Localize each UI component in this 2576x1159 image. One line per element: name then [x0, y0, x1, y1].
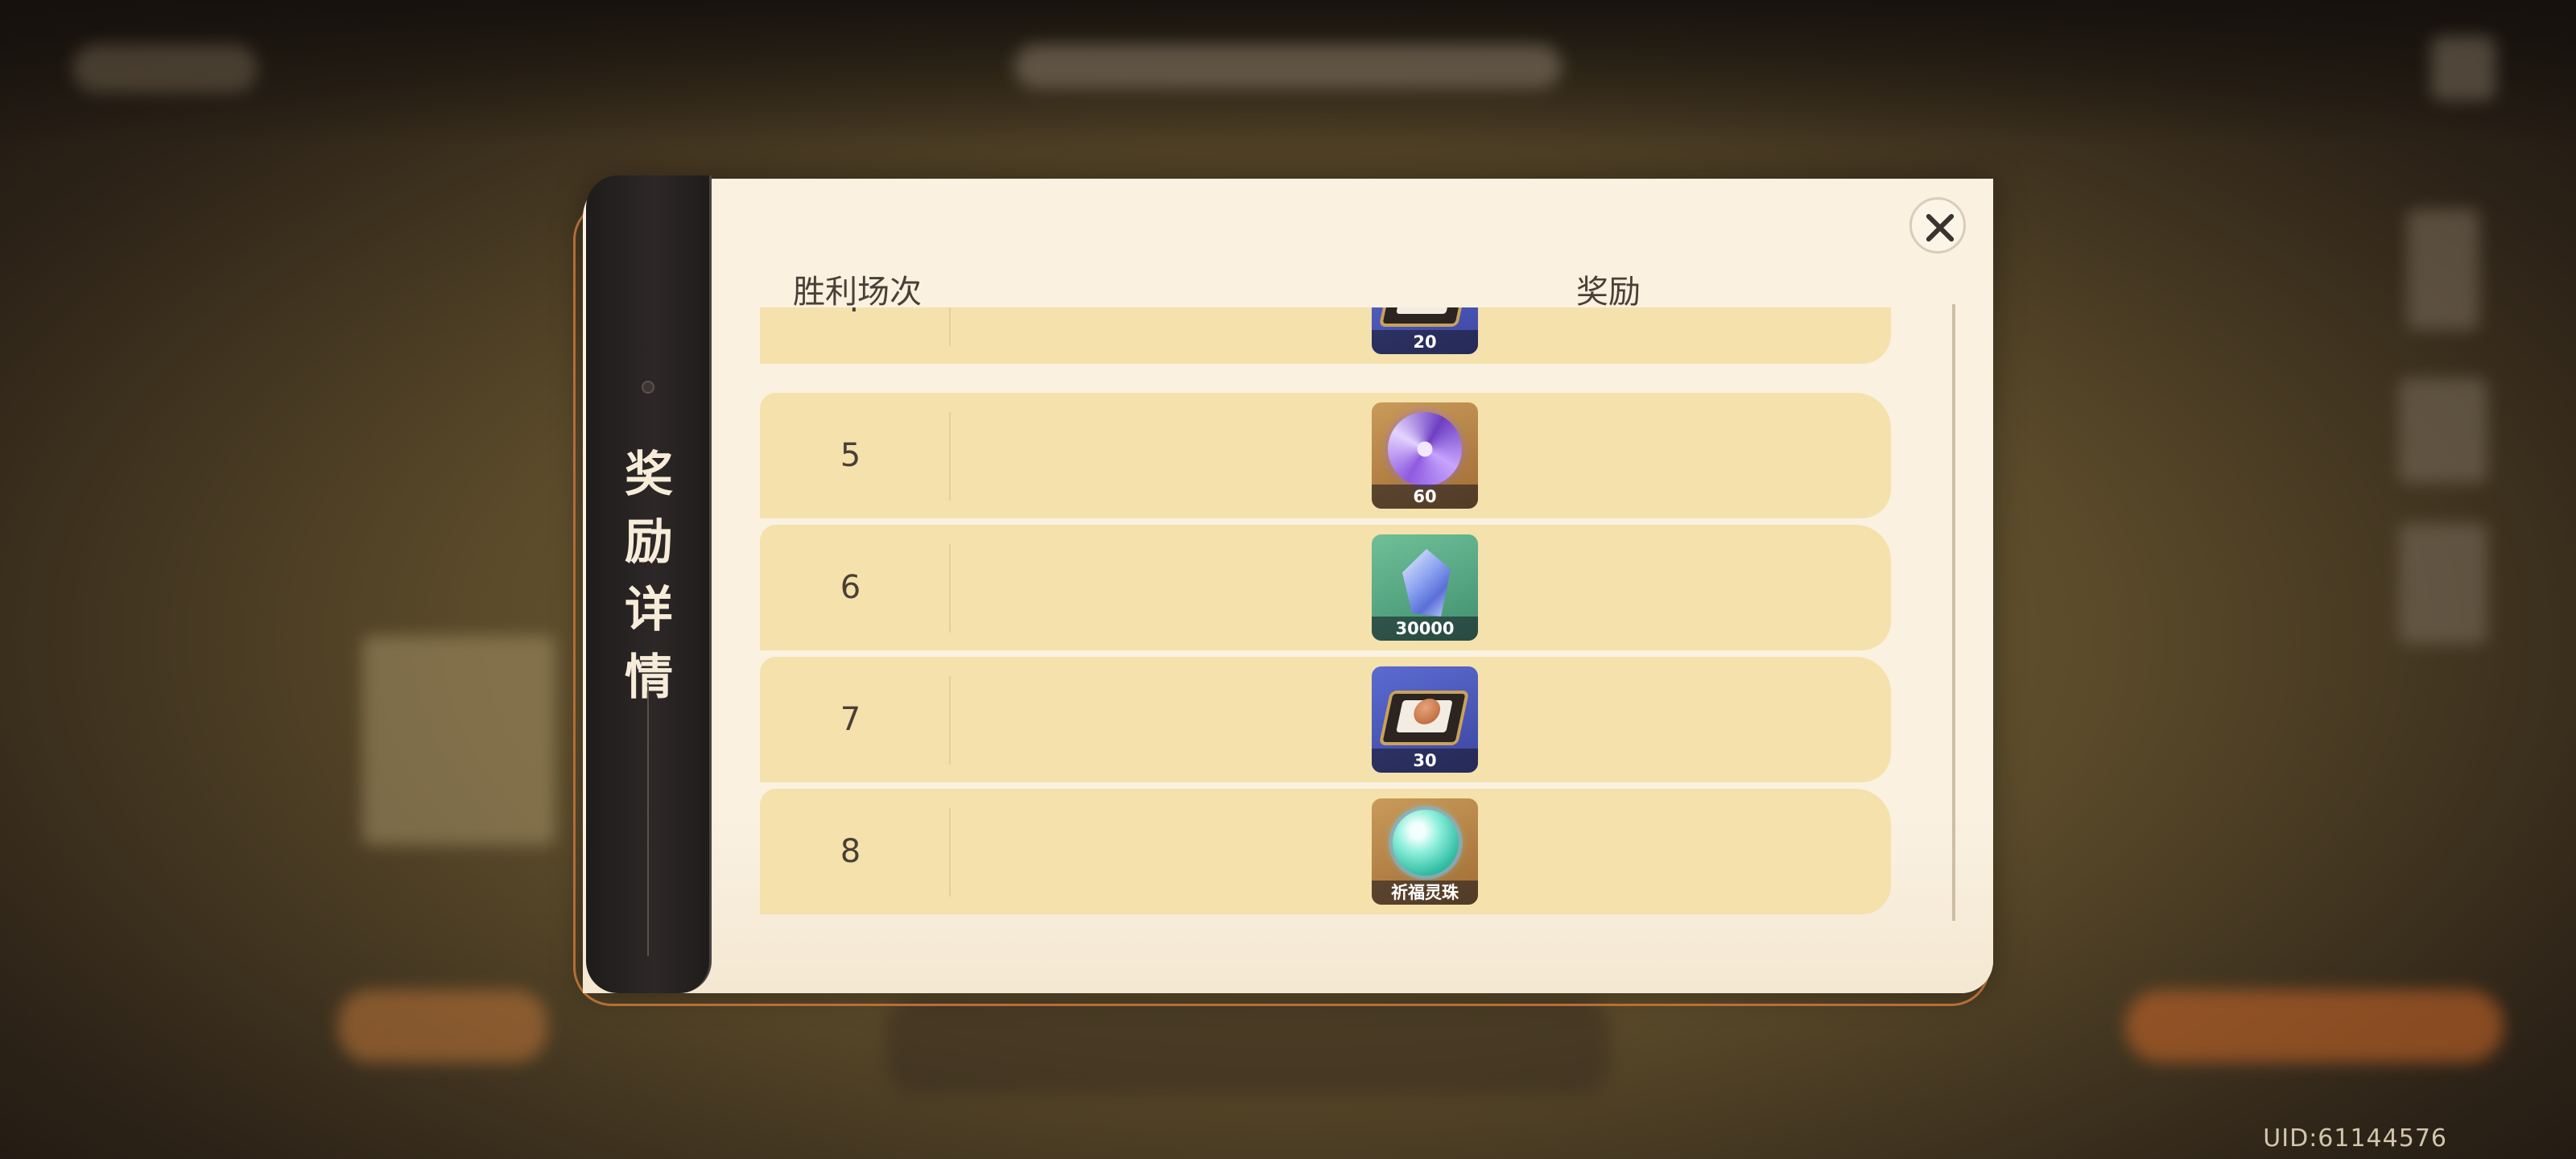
modal-title-char: 励 [625, 514, 673, 571]
background-info-panel [362, 636, 555, 845]
crystal-icon [1402, 549, 1451, 617]
modal-title-char: 详 [625, 582, 673, 638]
row-divider [949, 412, 951, 501]
table-row: 5 60 [760, 393, 1891, 518]
row-divider [949, 307, 951, 346]
modal-side-panel: 奖励详情 [586, 175, 712, 993]
modal-title: 奖励详情 [586, 441, 712, 711]
side-panel-ornament [642, 381, 654, 394]
book-icon [1378, 691, 1470, 745]
table-row: 6 30000 [760, 525, 1891, 650]
swirl-icon [1388, 412, 1462, 486]
reward-item[interactable]: 20 [1372, 307, 1478, 354]
row-divider [949, 676, 951, 765]
column-header-wins: 胜利场次 [793, 274, 922, 311]
background-left-button [338, 990, 547, 1062]
wins-count: 6 [840, 569, 861, 606]
background-side-button [2399, 523, 2487, 644]
close-button[interactable] [1909, 197, 1966, 254]
wins-count: 8 [840, 833, 861, 870]
modal-title-char: 奖 [625, 447, 673, 503]
reward-quantity: 60 [1372, 485, 1478, 509]
reward-quantity: 30000 [1372, 617, 1478, 641]
reward-item[interactable]: 祈福灵珠 [1372, 798, 1478, 905]
reward-quantity: 20 [1372, 330, 1478, 354]
wins-count: 7 [840, 701, 861, 738]
reward-quantity: 祈福灵珠 [1372, 881, 1478, 905]
background-menu-button [2431, 36, 2496, 101]
reward-item[interactable]: 30 [1372, 666, 1478, 773]
reward-quantity: 30 [1372, 749, 1478, 773]
table-row: 7 30 [760, 657, 1891, 782]
column-header-reward: 奖励 [1576, 274, 1641, 311]
background-title-pill [1014, 44, 1562, 89]
background-currency-pill [72, 44, 258, 93]
modal-title-char: 情 [625, 650, 673, 706]
background-side-button [2407, 209, 2479, 330]
wins-count: 5 [840, 437, 861, 474]
scrollbar[interactable] [1952, 304, 1955, 921]
background-side-button [2399, 378, 2487, 483]
table-row: 8 祈福灵珠 [760, 789, 1891, 914]
background-start-button [2125, 990, 2504, 1062]
uid-label: UID:61144576 [2263, 1124, 2447, 1153]
row-divider [949, 544, 951, 633]
row-divider [949, 808, 951, 897]
orb-icon [1393, 810, 1459, 876]
background-bottom-bar [886, 998, 1610, 1095]
wins-count: 4 [760, 307, 941, 364]
reward-item[interactable]: 60 [1372, 402, 1478, 509]
side-panel-line [647, 683, 649, 956]
reward-list[interactable]: 4 20 5 60 6 30000 7 30 8 [760, 307, 1891, 919]
book-icon [1378, 307, 1470, 327]
reward-item[interactable]: 30000 [1372, 534, 1478, 641]
table-row: 4 20 [760, 307, 1891, 364]
